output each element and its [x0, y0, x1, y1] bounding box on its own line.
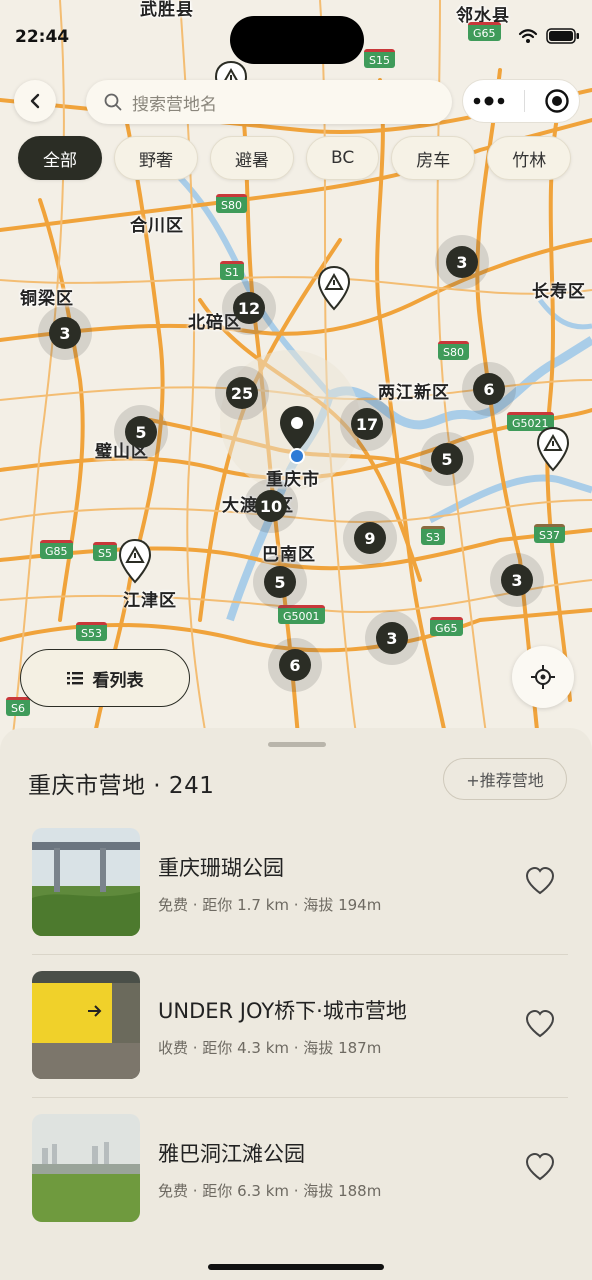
list-item[interactable]: UNDER JOY桥下·城市营地 收费 · 距你 4.3 km · 海拔 187… — [32, 971, 568, 1111]
heart-icon[interactable] — [524, 866, 556, 896]
cluster-count: 5 — [125, 416, 157, 448]
camp-meta: 免费 · 距你 1.7 km · 海拔 194m — [158, 896, 382, 914]
row-divider — [32, 954, 568, 955]
status-bar: 22:44 — [0, 0, 592, 72]
camp-meta: 收费 · 距你 4.3 km · 海拔 187m — [158, 1039, 382, 1057]
dynamic-island — [230, 16, 364, 64]
sheet-drag-handle[interactable] — [268, 742, 326, 747]
search-icon — [104, 93, 122, 111]
cluster-count: 25 — [226, 377, 258, 409]
crosshair-icon — [531, 665, 555, 689]
camp-cluster[interactable]: 5 — [114, 405, 168, 459]
home-indicator — [208, 1264, 384, 1270]
chip-bamboo[interactable]: 竹林 — [487, 136, 572, 180]
recommend-camp-button[interactable]: +推荐营地 — [443, 758, 567, 800]
camp-name: 雅巴洞江滩公园 — [158, 1142, 305, 1166]
cluster-count: 3 — [49, 317, 81, 349]
status-time: 22:44 — [15, 27, 70, 47]
place-label: 合川区 — [130, 216, 184, 236]
view-list-button[interactable]: 看列表 — [20, 649, 190, 707]
cluster-count: 3 — [376, 622, 408, 654]
camp-name: 重庆珊瑚公园 — [158, 856, 284, 880]
highway-shield: G85 — [40, 540, 73, 559]
heart-icon[interactable] — [524, 1152, 556, 1182]
camp-cluster[interactable]: 6 — [268, 638, 322, 692]
cluster-count: 5 — [264, 566, 296, 598]
category-chips: 全部 野奢 避暑 BC 房车 竹林 — [18, 136, 572, 180]
highway-shield: S5 — [93, 542, 117, 561]
list-item[interactable]: 雅巴洞江滩公园 免费 · 距你 6.3 km · 海拔 188m — [32, 1114, 568, 1254]
camp-cluster[interactable]: 3 — [435, 235, 489, 289]
heart-icon[interactable] — [524, 1009, 556, 1039]
miniprogram-capsule[interactable] — [462, 79, 580, 123]
more-icon[interactable] — [472, 95, 506, 107]
place-label: 长寿区 — [532, 282, 586, 302]
camp-cluster[interactable]: 12 — [222, 281, 276, 335]
camp-cluster[interactable]: 6 — [462, 362, 516, 416]
highway-shield: G65 — [430, 617, 463, 636]
list-icon — [66, 672, 83, 685]
highway-shield: S37 — [534, 524, 565, 543]
row-divider — [32, 1097, 568, 1098]
highway-shield: S6 — [6, 697, 30, 716]
warning-pin-icon[interactable] — [117, 538, 153, 584]
chip-summer[interactable]: 避暑 — [210, 136, 294, 180]
camp-cluster[interactable]: 9 — [343, 511, 397, 565]
current-location-pin-icon — [280, 406, 314, 464]
camp-thumbnail — [32, 828, 140, 936]
chip-all[interactable]: 全部 — [18, 136, 102, 180]
camp-list-sheet[interactable]: 重庆市营地 · 241 +推荐营地 重庆珊瑚公园 免费 · 距你 1.7 km … — [0, 728, 592, 1280]
cluster-count: 6 — [279, 649, 311, 681]
camp-name: UNDER JOY桥下·城市营地 — [158, 999, 407, 1023]
chip-luxury[interactable]: 野奢 — [114, 136, 198, 180]
locate-button[interactable] — [512, 646, 574, 708]
camp-cluster[interactable]: 17 — [340, 397, 394, 451]
cluster-count: 3 — [446, 246, 478, 278]
sheet-title: 重庆市营地 · 241 — [28, 773, 215, 799]
highway-shield: S80 — [438, 341, 469, 360]
list-item[interactable]: 重庆珊瑚公园 免费 · 距你 1.7 km · 海拔 194m — [32, 828, 568, 968]
camp-cluster[interactable]: 3 — [38, 306, 92, 360]
camp-cluster[interactable]: 5 — [253, 555, 307, 609]
view-list-label: 看列表 — [92, 670, 144, 691]
camp-cluster[interactable]: 3 — [490, 553, 544, 607]
cluster-count: 17 — [351, 408, 383, 440]
cluster-count: 12 — [233, 292, 265, 324]
chevron-left-icon — [30, 93, 40, 109]
battery-icon — [546, 28, 579, 44]
search-input[interactable]: 搜索营地名 — [86, 80, 452, 124]
highway-shield: S80 — [216, 194, 247, 213]
place-label: 两江新区 — [378, 383, 450, 403]
camp-cluster[interactable]: 25 — [215, 366, 269, 420]
cluster-count: 9 — [354, 522, 386, 554]
cluster-count: 6 — [473, 373, 505, 405]
search-placeholder: 搜索营地名 — [132, 94, 217, 115]
cluster-count: 5 — [431, 443, 463, 475]
camp-cluster[interactable]: 5 — [420, 432, 474, 486]
cluster-count: 3 — [501, 564, 533, 596]
warning-pin-icon[interactable] — [535, 426, 571, 472]
place-label: 江津区 — [123, 591, 177, 611]
camp-thumbnail — [32, 971, 140, 1079]
highway-shield: S1 — [220, 261, 244, 280]
highway-shield: S3 — [421, 526, 445, 545]
warning-pin-icon[interactable] — [316, 265, 352, 311]
chip-bc[interactable]: BC — [306, 136, 380, 180]
chip-rv[interactable]: 房车 — [391, 136, 476, 180]
cluster-count: 10 — [255, 490, 287, 522]
status-icons — [518, 28, 580, 44]
capsule-divider — [524, 90, 526, 112]
highway-shield: S53 — [76, 622, 107, 641]
camp-cluster[interactable]: 3 — [365, 611, 419, 665]
camp-meta: 免费 · 距你 6.3 km · 海拔 188m — [158, 1182, 382, 1200]
close-target-icon[interactable] — [544, 88, 570, 114]
wifi-icon — [518, 29, 538, 43]
camp-cluster[interactable]: 10 — [244, 479, 298, 533]
back-button[interactable] — [14, 80, 56, 122]
camp-thumbnail — [32, 1114, 140, 1222]
